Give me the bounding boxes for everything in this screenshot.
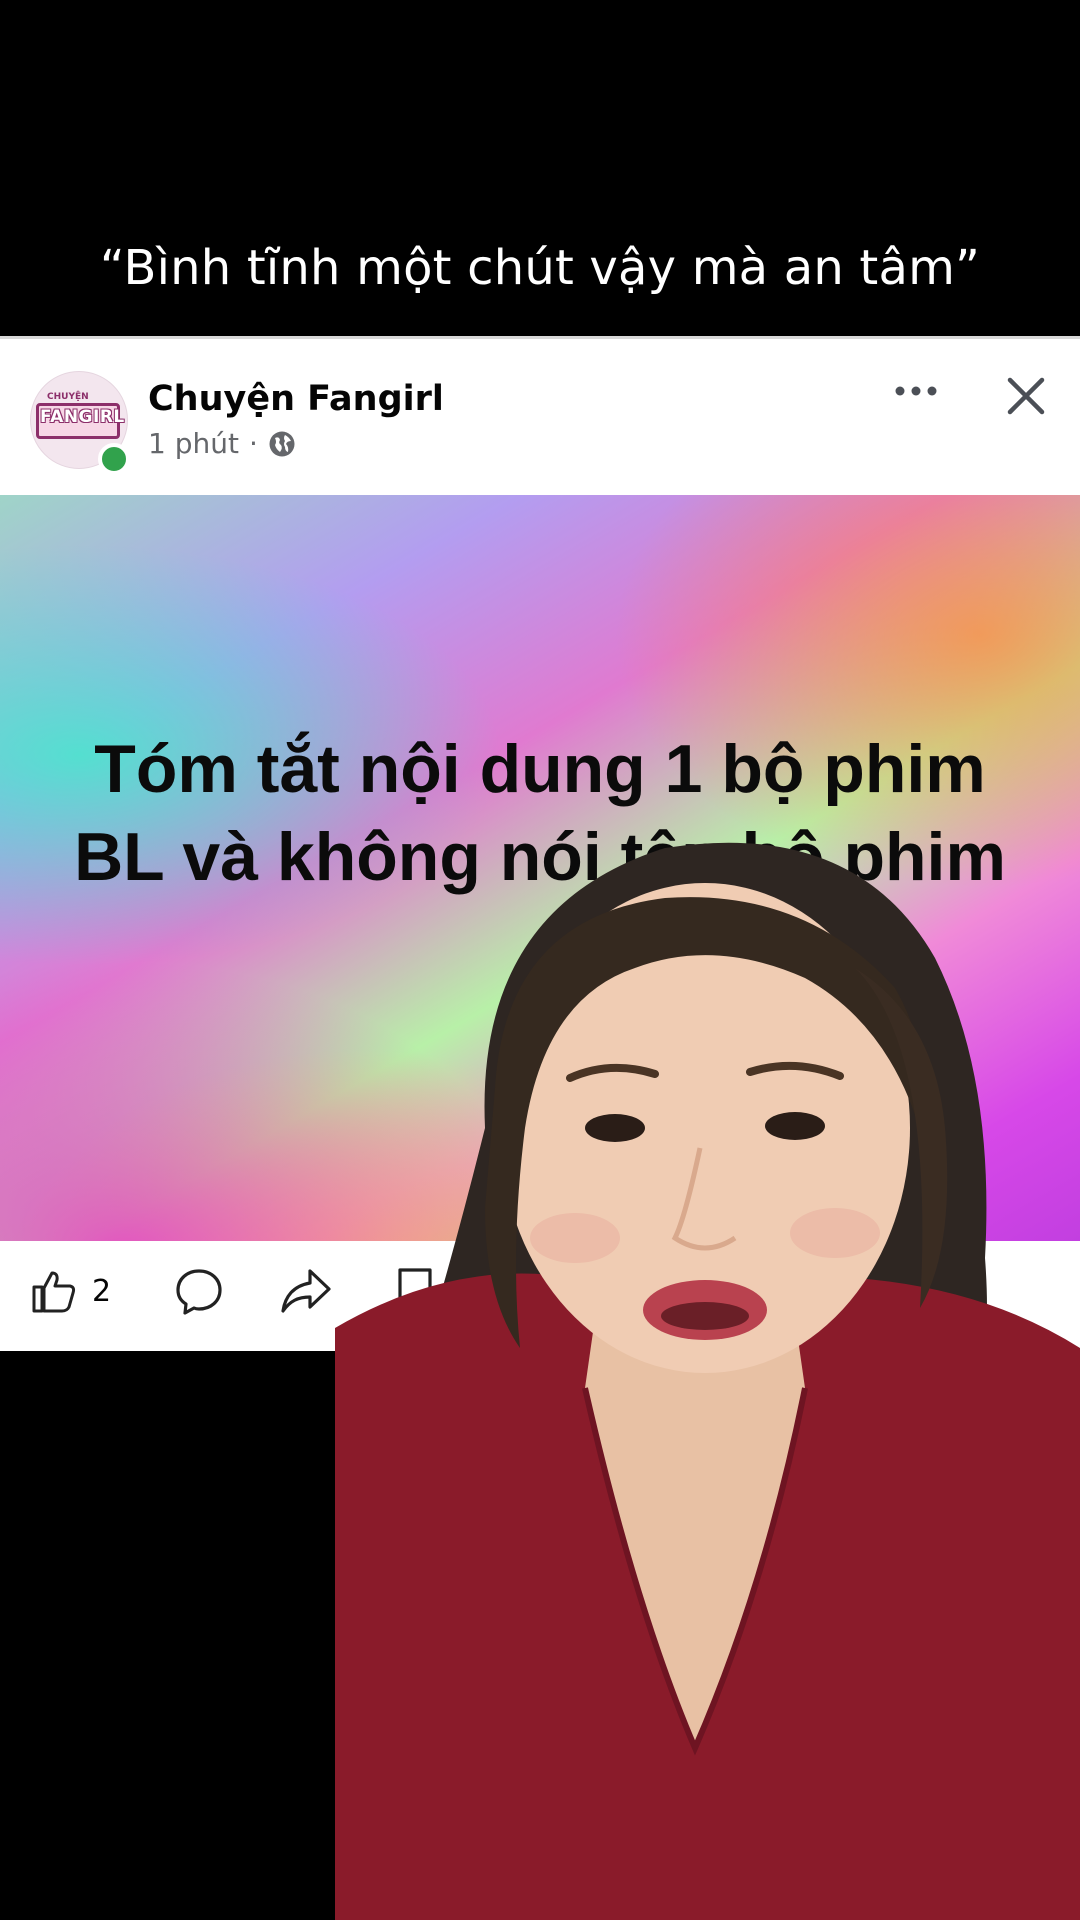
- post-time[interactable]: 1 phút: [148, 427, 239, 460]
- like-button[interactable]: 2: [30, 1267, 111, 1315]
- post-header: CHUYỆN FANGIRL Chuyện Fangirl 1 phút ·: [0, 339, 1080, 493]
- post-meta: 1 phút ·: [148, 427, 296, 460]
- video-caption: “Bình tĩnh một chút vậy mà an tâm”: [99, 240, 981, 296]
- avatar-logo: CHUYỆN FANGIRL: [36, 392, 125, 439]
- more-horizontal-icon[interactable]: [894, 384, 938, 398]
- like-count: 2: [92, 1273, 112, 1309]
- thumbs-up-icon: [32, 1271, 76, 1313]
- page-name[interactable]: Chuyện Fangirl: [148, 379, 444, 419]
- comment-button[interactable]: [174, 1267, 224, 1317]
- presenter-image: [335, 842, 1080, 1920]
- share-icon: [281, 1269, 331, 1313]
- avatar-logo-small: CHUYỆN: [47, 392, 89, 402]
- comment-icon: [176, 1269, 222, 1315]
- avatar-logo-text: FANGIRL: [40, 407, 125, 427]
- close-icon[interactable]: [1004, 374, 1048, 418]
- meta-separator: ·: [248, 427, 258, 460]
- online-status-dot: [98, 443, 130, 475]
- globe-icon: [269, 431, 295, 456]
- share-button[interactable]: [280, 1267, 332, 1315]
